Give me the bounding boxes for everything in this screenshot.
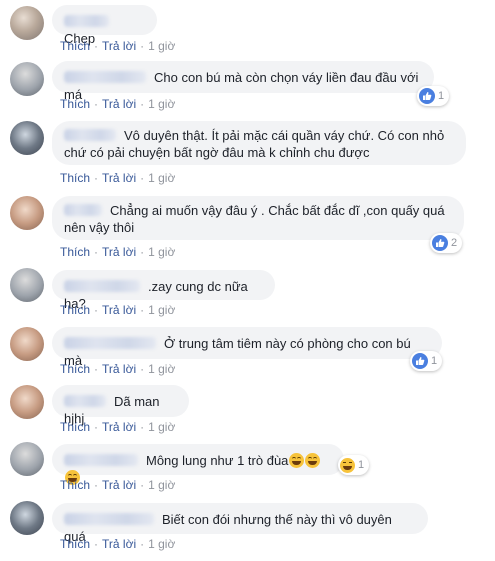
avatar[interactable]	[10, 327, 44, 361]
separator: ·	[94, 362, 99, 376]
avatar[interactable]	[10, 268, 44, 302]
comment-actions: Thích · Trả lời · 1 giờ	[60, 537, 175, 551]
comment-bubble: .zay cung dc nữa ha?	[52, 270, 275, 311]
avatar[interactable]	[10, 501, 44, 535]
like-icon	[412, 353, 428, 369]
reply-link[interactable]: Trả lời	[102, 245, 136, 259]
separator: ·	[140, 478, 145, 492]
like-link[interactable]: Thích	[60, 39, 90, 53]
like-link[interactable]: Thích	[60, 303, 90, 317]
comment-text: Vô duyên thật. Ít pải mặc cái quần váy c…	[64, 128, 445, 160]
reaction-count[interactable]: 1	[338, 455, 370, 475]
comment-bubble: Biết con đói nhưng thế này thì vô duyên …	[52, 503, 428, 544]
comment-actions: Thích · Trả lời · 1 giờ	[60, 362, 175, 376]
blurred-author-name[interactable]	[64, 337, 156, 349]
timestamp[interactable]: 1 giờ	[148, 39, 175, 53]
reply-link[interactable]: Trả lời	[102, 420, 136, 434]
comment-text: Chẳng ai muốn vậy đâu ý . Chắc bất đắc d…	[64, 203, 445, 235]
separator: ·	[94, 39, 99, 53]
reply-link[interactable]: Trả lời	[102, 39, 136, 53]
like-link[interactable]: Thích	[60, 245, 90, 259]
avatar[interactable]	[10, 121, 44, 155]
timestamp[interactable]: 1 giờ	[148, 97, 175, 111]
separator: ·	[94, 537, 99, 551]
comment-feed: Chẹp Thích · Trả lời · 1 giờ Cho con bú mà c…	[0, 0, 495, 561]
like-link[interactable]: Thích	[60, 478, 90, 492]
comment-bubble: Dã man hjhj	[52, 385, 189, 426]
like-link[interactable]: Thích	[60, 362, 90, 376]
reply-link[interactable]: Trả lời	[102, 97, 136, 111]
like-link[interactable]: Thích	[60, 171, 90, 185]
timestamp[interactable]: 1 giờ	[148, 303, 175, 317]
comment-bubble: Chẳng ai muốn vậy đâu ý . Chắc bất đắc d…	[52, 196, 464, 240]
reaction-number: 1	[431, 355, 438, 367]
comment-actions: Thích · Trả lời · 1 giờ	[60, 171, 175, 185]
avatar[interactable]	[10, 6, 44, 40]
timestamp[interactable]: 1 giờ	[148, 171, 175, 185]
separator: ·	[94, 171, 99, 185]
blurred-author-name[interactable]	[64, 280, 140, 292]
blurred-author-name[interactable]	[64, 129, 116, 141]
blurred-author-name[interactable]	[64, 204, 102, 216]
comment-bubble: Vô duyên thật. Ít pải mặc cái quần váy c…	[52, 121, 466, 165]
separator: ·	[94, 245, 99, 259]
comment-actions: Thích · Trả lời · 1 giờ	[60, 303, 175, 317]
timestamp[interactable]: 1 giờ	[148, 537, 175, 551]
like-icon	[419, 88, 435, 104]
separator: ·	[94, 97, 99, 111]
reply-link[interactable]: Trả lời	[102, 303, 136, 317]
reply-link[interactable]: Trả lời	[102, 537, 136, 551]
comment-actions: Thích · Trả lời · 1 giờ	[60, 478, 175, 492]
avatar[interactable]	[10, 62, 44, 96]
avatar[interactable]	[10, 196, 44, 230]
haha-emoji	[305, 453, 321, 468]
reply-link[interactable]: Trả lời	[102, 171, 136, 185]
reaction-number: 1	[358, 459, 365, 471]
separator: ·	[140, 420, 145, 434]
comment-bubble: Cho con bú mà còn chọn váy liền đau đầu …	[52, 61, 434, 102]
like-icon	[432, 235, 448, 251]
reply-link[interactable]: Trả lời	[102, 478, 136, 492]
timestamp[interactable]: 1 giờ	[148, 478, 175, 492]
comment-bubble: Mông lung như 1 trò đùa	[52, 444, 344, 485]
comment-actions: Thích · Trả lời · 1 giờ	[60, 39, 175, 53]
blurred-author-name[interactable]	[64, 454, 138, 466]
separator: ·	[94, 303, 99, 317]
like-link[interactable]: Thích	[60, 420, 90, 434]
separator: ·	[94, 420, 99, 434]
separator: ·	[140, 171, 145, 185]
comment-bubble: Chẹp	[52, 5, 157, 46]
blurred-author-name[interactable]	[64, 15, 109, 27]
like-link[interactable]: Thích	[60, 537, 90, 551]
separator: ·	[140, 303, 145, 317]
blurred-author-name[interactable]	[64, 71, 146, 83]
comment-actions: Thích · Trả lời · 1 giờ	[60, 97, 175, 111]
blurred-author-name[interactable]	[64, 513, 154, 525]
like-link[interactable]: Thích	[60, 97, 90, 111]
timestamp[interactable]: 1 giờ	[148, 245, 175, 259]
timestamp[interactable]: 1 giờ	[148, 420, 175, 434]
comment-text: Mông lung như 1 trò đùa	[146, 453, 289, 468]
separator: ·	[140, 245, 145, 259]
blurred-author-name[interactable]	[64, 395, 106, 407]
separator: ·	[140, 537, 145, 551]
separator: ·	[140, 362, 145, 376]
reaction-count[interactable]: 2	[430, 233, 463, 253]
separator: ·	[140, 97, 145, 111]
reaction-number: 1	[438, 90, 445, 102]
comment-actions: Thích · Trả lời · 1 giờ	[60, 420, 175, 434]
comment-bubble: Ở trung tâm tiêm này có phòng cho con bú…	[52, 327, 442, 368]
haha-emoji	[289, 453, 305, 468]
haha-icon	[340, 457, 355, 473]
separator: ·	[94, 478, 99, 492]
avatar[interactable]	[10, 385, 44, 419]
comment-actions: Thích · Trả lời · 1 giờ	[60, 245, 175, 259]
timestamp[interactable]: 1 giờ	[148, 362, 175, 376]
reaction-count[interactable]: 1	[410, 351, 443, 371]
separator: ·	[140, 39, 145, 53]
reaction-count[interactable]: 1	[417, 86, 450, 106]
reaction-number: 2	[451, 237, 458, 249]
avatar[interactable]	[10, 442, 44, 476]
reply-link[interactable]: Trả lời	[102, 362, 136, 376]
